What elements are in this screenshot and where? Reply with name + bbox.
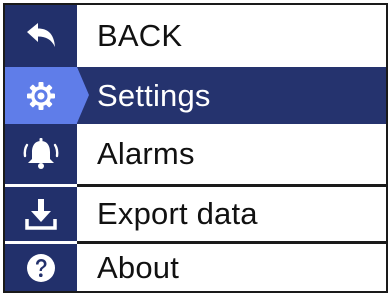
- menu-item-back[interactable]: BACK: [5, 5, 386, 67]
- settings-label-cell: Settings: [77, 67, 386, 124]
- download-icon: [24, 197, 58, 231]
- menu-panel: BACK Settings Alarms Export data About: [3, 3, 388, 293]
- menu-item-settings[interactable]: Settings: [5, 67, 386, 124]
- back-icon-cell: [5, 5, 77, 67]
- menu-item-label: Settings: [97, 77, 211, 113]
- menu-item-label: BACK: [97, 18, 183, 53]
- row-divider: [77, 184, 386, 187]
- export-icon-cell: [5, 187, 77, 241]
- menu-item-about[interactable]: About: [5, 244, 386, 291]
- alarms-icon-cell: [5, 124, 77, 184]
- selection-pointer: [77, 67, 89, 123]
- question-icon: [25, 252, 57, 284]
- menu-item-export-data[interactable]: Export data: [5, 187, 386, 241]
- export-label-cell: Export data: [77, 187, 386, 241]
- back-label-cell: BACK: [77, 5, 386, 67]
- menu-item-alarms[interactable]: Alarms: [5, 124, 386, 184]
- menu-item-label: About: [97, 249, 180, 285]
- alarms-label-cell: Alarms: [77, 124, 386, 184]
- bell-icon: [22, 137, 60, 171]
- about-label-cell: About: [77, 244, 386, 291]
- menu-item-label: Export data: [97, 196, 258, 231]
- back-arrow-icon: [24, 21, 58, 51]
- gear-icon: [25, 80, 57, 112]
- row-divider: [77, 241, 386, 244]
- settings-icon-cell: [5, 67, 77, 124]
- about-icon-cell: [5, 244, 77, 291]
- menu-item-label: Alarms: [97, 136, 195, 171]
